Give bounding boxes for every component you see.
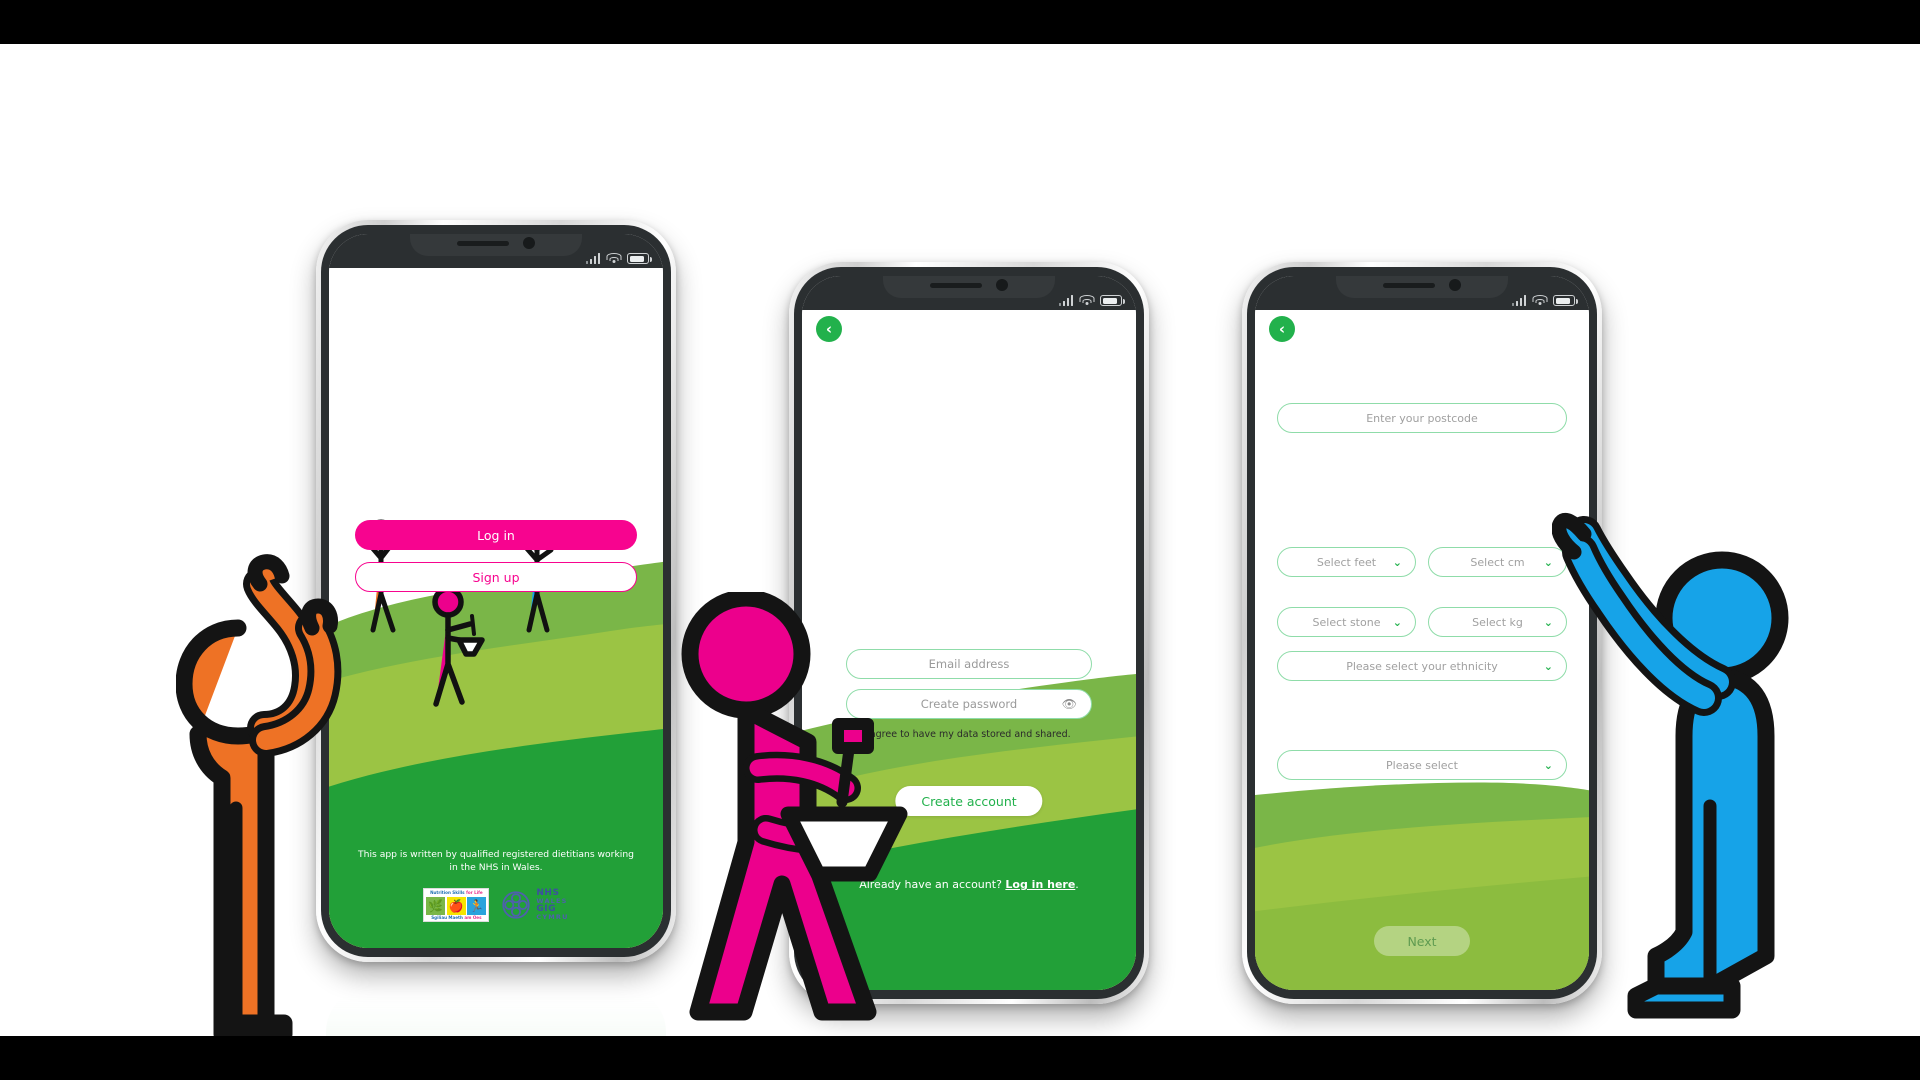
reflection-gradient [326, 988, 666, 1036]
orange-stretching-figure [176, 554, 342, 1036]
login-button[interactable]: Log in [355, 520, 637, 550]
phone-screen-home: Foodwise for Life Supporting you to eat … [329, 234, 663, 948]
status-bar [329, 234, 663, 268]
phone-notch [1336, 276, 1508, 298]
front-camera [996, 279, 1008, 291]
next-button[interactable]: Next [1374, 926, 1470, 956]
ethnicity-select[interactable]: Please select your ethnicity ⌄ [1277, 651, 1567, 681]
postcode-placeholder: Enter your postcode [1366, 411, 1478, 425]
wifi-icon [1532, 295, 1547, 306]
weight-stone-placeholder: Select stone [1312, 615, 1381, 629]
status-bar [1255, 276, 1589, 310]
leaf-icon: 🌿 [426, 896, 446, 915]
weight-stone-select[interactable]: Select stone ⌄ [1277, 607, 1416, 637]
white-canvas: Foodwise for Life Supporting you to eat … [0, 44, 1920, 1036]
partner-logos: Nutrition Skills for Life 🌿 🍎 🏃 Sgiliau … [329, 888, 663, 922]
nhs-wales-logo: NHS WALES GIG CYMRU [501, 887, 569, 922]
pink-eating-figure [681, 592, 908, 1021]
wifi-icon [606, 253, 621, 264]
email-placeholder: Email address [928, 657, 1010, 671]
phone-notch [410, 234, 582, 256]
battery-icon [1553, 295, 1578, 306]
earpiece-speaker [457, 240, 509, 246]
celtic-knot-icon [502, 891, 531, 919]
phone-mockup-home: Foodwise for Life Supporting you to eat … [316, 220, 676, 962]
blue-stretching-figure [1552, 512, 1789, 1019]
earpiece-speaker [1383, 282, 1435, 288]
password-placeholder: Create password [920, 697, 1018, 711]
dietitian-footer-note: This app is written by qualified registe… [358, 849, 634, 874]
phone-mockup-your-information: ‹ Your information Please enter all of t… [1242, 262, 1602, 1004]
phone-bezel: Foodwise for Life Supporting you to eat … [321, 225, 671, 957]
battery-icon [627, 253, 652, 264]
phone-notch [883, 276, 1055, 298]
badge-bottom-text: Sgiliau Maeth am Oes [431, 914, 482, 920]
earpiece-speaker [930, 282, 982, 288]
front-camera [523, 237, 535, 249]
letterbox-bottom [0, 1036, 1920, 1080]
back-button[interactable]: ‹ [1269, 316, 1295, 342]
signal-bars-icon [1511, 295, 1526, 306]
login-prompt-period: . [1075, 878, 1079, 891]
screen-content-home: Foodwise for Life Supporting you to eat … [329, 268, 663, 948]
eating-disorder-select[interactable]: Please select ⌄ [1277, 750, 1567, 781]
login-here-link[interactable]: Log in here [1005, 878, 1075, 891]
wifi-icon [1079, 295, 1094, 306]
phone-bezel: ‹ Your information Please enter all of t… [1247, 267, 1597, 999]
chevron-down-icon: ⌄ [1392, 615, 1402, 629]
signal-bars-icon [1058, 295, 1073, 306]
weight-kg-placeholder: Select kg [1472, 615, 1523, 629]
phone-reflection-home [316, 988, 676, 1036]
postcode-input[interactable]: Enter your postcode [1277, 403, 1567, 433]
eye-icon[interactable]: 👁 [1062, 697, 1077, 711]
battery-icon [1100, 295, 1125, 306]
signup-button[interactable]: Sign up [355, 562, 637, 592]
illustration-pink-figure-eating [432, 586, 485, 707]
screen-content-your-information: ‹ Your information Please enter all of t… [1255, 310, 1589, 990]
letterbox-top [0, 0, 1920, 44]
nhs-wales-text: NHS WALES GIG CYMRU [536, 887, 569, 922]
status-bar [802, 276, 1136, 310]
back-chevron-icon: ‹ [1278, 319, 1286, 338]
signal-bars-icon [585, 253, 600, 264]
height-feet-placeholder: Select feet [1316, 555, 1377, 569]
apple-icon: 🍎 [446, 896, 466, 915]
screenshot-stage: Foodwise for Life Supporting you to eat … [0, 0, 1920, 1080]
eating-disorder-placeholder: Please select [1386, 758, 1458, 772]
phone-screen-your-information: ‹ Your information Please enter all of t… [1255, 276, 1589, 990]
height-feet-select[interactable]: Select feet ⌄ [1277, 547, 1416, 577]
nutrition-skills-for-life-logo: Nutrition Skills for Life 🌿 🍎 🏃 Sgiliau … [423, 888, 490, 922]
back-chevron-icon: ‹ [825, 319, 833, 338]
height-cm-select[interactable]: Select cm ⌄ [1428, 547, 1567, 577]
person-icon: 🏃 [467, 896, 487, 915]
badge-icons: 🌿 🍎 🏃 [426, 896, 487, 915]
weight-kg-select[interactable]: Select kg ⌄ [1428, 607, 1567, 637]
height-cm-placeholder: Select cm [1470, 555, 1525, 569]
badge-top-text: Nutrition Skills for Life [430, 890, 483, 895]
front-camera [1449, 279, 1461, 291]
back-button[interactable]: ‹ [816, 316, 842, 342]
ethnicity-placeholder: Please select your ethnicity [1346, 659, 1498, 673]
chevron-down-icon: ⌄ [1392, 555, 1402, 569]
